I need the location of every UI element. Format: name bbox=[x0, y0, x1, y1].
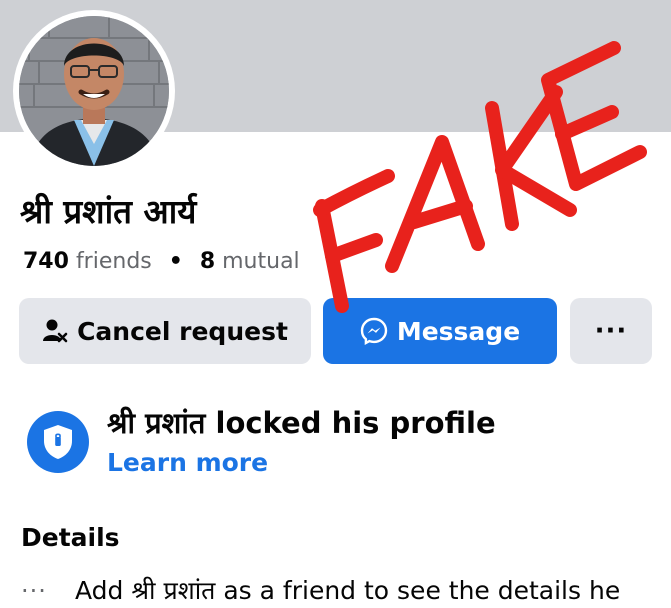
messenger-icon bbox=[360, 317, 388, 345]
learn-more-link[interactable]: Learn more bbox=[107, 446, 268, 480]
details-text: Add श्री प्रशांत as a friend to see the … bbox=[75, 576, 621, 605]
mutual-count: 8 bbox=[199, 249, 216, 274]
avatar[interactable] bbox=[19, 16, 169, 166]
friend-counts[interactable]: 740 friends • 8 mutual bbox=[23, 247, 300, 277]
profile-name: श्री प्रशांत आर्य bbox=[20, 192, 197, 231]
friends-count: 740 bbox=[23, 249, 69, 274]
message-button[interactable]: Message bbox=[323, 298, 557, 364]
details-heading: Details bbox=[21, 523, 120, 552]
shield-lock-icon bbox=[27, 411, 89, 473]
more-options-button[interactable]: ··· bbox=[570, 298, 652, 364]
friends-label: friends bbox=[75, 249, 152, 274]
details-more-icon: ··· bbox=[21, 577, 47, 605]
message-label: Message bbox=[396, 316, 521, 346]
person-photo-icon bbox=[19, 16, 169, 166]
profile-picture-frame[interactable] bbox=[13, 10, 175, 172]
separator-dot: • bbox=[168, 249, 183, 274]
more-options-icon: ··· bbox=[594, 316, 628, 346]
cancel-request-label: Cancel request bbox=[77, 316, 288, 346]
cancel-request-button[interactable]: Cancel request bbox=[19, 298, 311, 364]
person-cancel-icon bbox=[42, 318, 68, 344]
mutual-label: mutual bbox=[222, 249, 300, 274]
locked-profile-title: श्री प्रशांत locked his profile bbox=[107, 406, 496, 440]
